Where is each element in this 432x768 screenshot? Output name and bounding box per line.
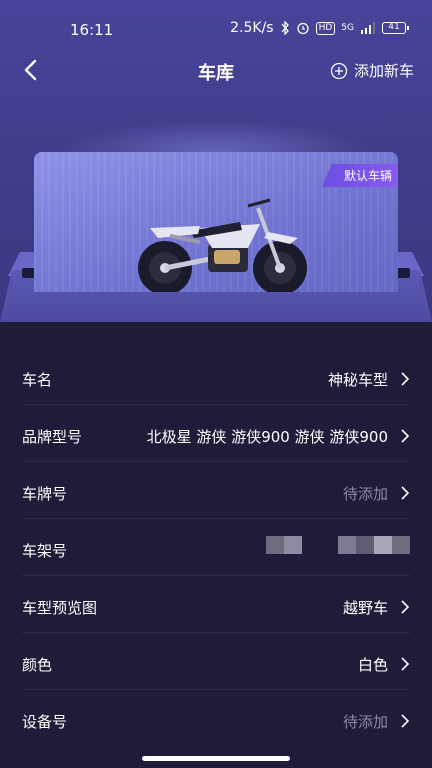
garage-display: 默认车辆	[0, 120, 432, 322]
row-label: 车牌号	[22, 485, 68, 503]
network-speed: 2.5K/s	[230, 20, 274, 36]
row-value: 北极星 游侠 游侠900 游侠 游侠900	[146, 428, 388, 446]
chevron-right-icon	[401, 372, 410, 386]
row-label: 车架号	[22, 542, 68, 560]
chevron-right-icon	[401, 714, 410, 728]
row-value: 越野车	[342, 599, 388, 617]
nav-bar: 车库 添加新车	[0, 50, 432, 92]
device-number-row[interactable]: 设备号 待添加	[22, 690, 410, 747]
hd-badge: HD	[315, 21, 336, 35]
vehicle-card[interactable]: 默认车辆	[34, 152, 398, 292]
masked-frame-number	[266, 536, 410, 554]
battery-icon: 41	[382, 22, 409, 34]
status-time: 16:11	[70, 21, 114, 39]
home-indicator[interactable]	[142, 756, 290, 761]
network-type: 5G	[341, 22, 354, 33]
row-value: 待添加	[342, 485, 388, 503]
license-plate-row[interactable]: 车牌号 待添加	[22, 462, 410, 519]
vehicle-info-list: 车名 神秘车型 品牌型号 北极星 游侠 游侠900 游侠 游侠900 车牌号 待…	[0, 348, 432, 747]
row-label: 颜色	[22, 656, 53, 674]
chevron-right-icon	[401, 657, 410, 671]
row-value: 白色	[357, 656, 388, 674]
row-value: 待添加	[342, 713, 388, 731]
row-label: 品牌型号	[22, 428, 83, 446]
row-label: 车名	[22, 371, 53, 389]
chevron-right-icon	[401, 429, 410, 443]
model-preview-row[interactable]: 车型预览图 越野车	[22, 576, 410, 633]
color-row[interactable]: 颜色 白色	[22, 633, 410, 690]
add-vehicle-label: 添加新车	[353, 62, 414, 80]
vehicle-name-row[interactable]: 车名 神秘车型	[22, 348, 410, 405]
header-area: 16:11 2.5K/s HD 5G 41 车库 添加新车 默认车辆	[0, 0, 432, 322]
frame-number-row[interactable]: 车架号	[22, 519, 410, 576]
shelf-slot-right	[396, 268, 410, 278]
add-vehicle-button[interactable]: 添加新车	[330, 60, 414, 81]
chevron-right-icon	[401, 600, 410, 614]
plus-circle-icon	[330, 62, 348, 79]
signal-icon	[361, 22, 375, 34]
chevron-right-icon	[401, 486, 410, 500]
bluetooth-icon	[281, 21, 289, 35]
row-label: 车型预览图	[22, 599, 98, 617]
row-label: 设备号	[22, 713, 68, 731]
row-value: 神秘车型	[327, 371, 388, 389]
brand-model-row[interactable]: 品牌型号 北极星 游侠 游侠900 游侠 游侠900	[22, 405, 410, 462]
alarm-icon	[296, 22, 309, 35]
status-icons: 2.5K/s HD 5G 41	[230, 20, 409, 36]
default-vehicle-badge: 默认车辆	[321, 164, 398, 187]
motorcycle-icon	[138, 198, 307, 292]
